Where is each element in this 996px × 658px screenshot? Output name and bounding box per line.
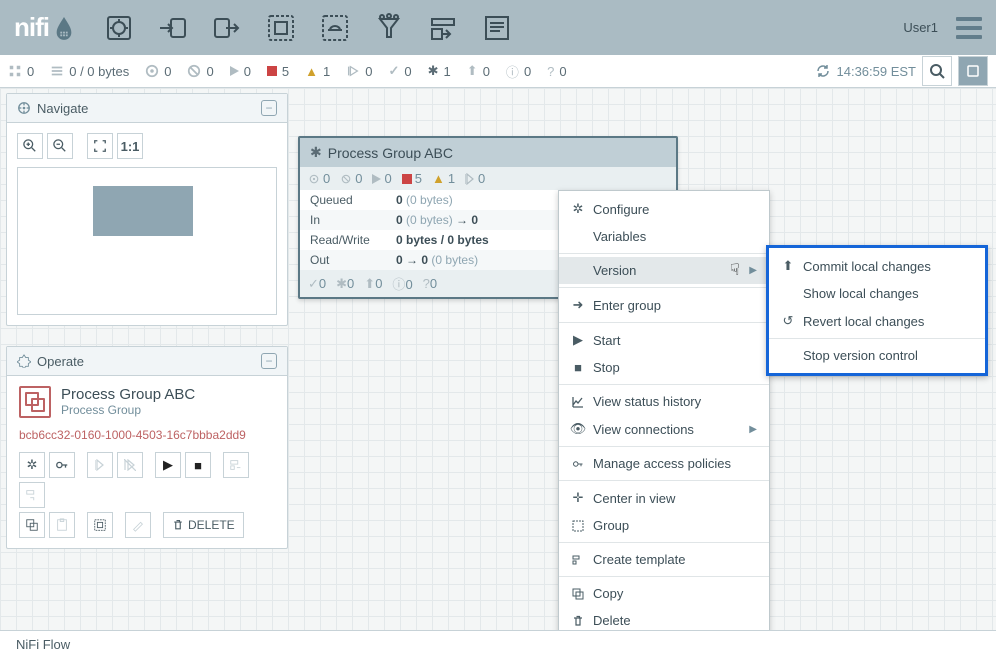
op-start-button[interactable]: ▶ xyxy=(155,452,181,478)
op-paste-button[interactable] xyxy=(49,512,75,538)
ctx-configure[interactable]: ✲Configure xyxy=(559,195,769,223)
status-bar: 0 0 / 0 bytes 0 0 0 5 ▲ 1 0 ✓ 0 ✱ 1 ⬆ 0 … xyxy=(0,55,996,88)
operate-type: Process Group xyxy=(61,403,195,417)
ctx-group[interactable]: Group xyxy=(559,512,769,539)
disabled-stat: 0 xyxy=(346,64,372,79)
submenu-show[interactable]: Show local changes xyxy=(769,280,985,307)
ctx-start[interactable]: ▶Start xyxy=(559,326,769,354)
stopped-stat: 5 xyxy=(267,64,289,79)
label-icon[interactable] xyxy=(481,12,513,44)
op-disable-button[interactable] xyxy=(117,452,143,478)
version-submenu: ⬆Commit local changes Show local changes… xyxy=(766,245,988,376)
sync-failure-stat: ⓘ 0 xyxy=(506,62,531,81)
bulletin-button[interactable] xyxy=(958,56,988,86)
pg-title-bar: ✱ Process Group ABC xyxy=(300,138,676,167)
zoom-out-button[interactable] xyxy=(47,133,73,159)
nifi-logo: nifi xyxy=(14,12,75,43)
process-group-type-icon xyxy=(19,386,51,418)
breadcrumb[interactable]: NiFi Flow xyxy=(0,630,996,658)
op-group-button[interactable] xyxy=(87,512,113,538)
birdseye-minimap[interactable] xyxy=(17,167,277,315)
invalid-stat: ▲ 1 xyxy=(305,64,330,79)
process-group-icon[interactable] xyxy=(265,12,297,44)
stale-stat: ⬆ 0 xyxy=(467,63,490,79)
up-to-date-stat: ✓ 0 xyxy=(389,63,412,79)
template-icon[interactable] xyxy=(427,12,459,44)
not-transmitting-stat: 0 xyxy=(187,64,213,79)
transmitting-stat: 0 xyxy=(145,64,171,79)
global-menu-button[interactable] xyxy=(956,17,982,39)
ctx-manage-access[interactable]: Manage access policies xyxy=(559,450,769,477)
active-threads-stat: 0 xyxy=(8,64,34,79)
breadcrumb-root[interactable]: NiFi Flow xyxy=(16,637,70,652)
running-stat: 0 xyxy=(230,64,251,79)
op-template-button[interactable] xyxy=(223,452,249,478)
pg-title: Process Group ABC xyxy=(328,145,453,161)
op-color-button[interactable] xyxy=(125,512,151,538)
op-stop-button[interactable]: ■ xyxy=(185,452,211,478)
component-palette xyxy=(103,12,513,44)
navigate-collapse-button[interactable]: − xyxy=(261,100,277,116)
ctx-view-status[interactable]: View status history xyxy=(559,388,769,415)
processor-icon[interactable] xyxy=(103,12,135,44)
remote-process-group-icon[interactable] xyxy=(319,12,351,44)
funnel-icon[interactable] xyxy=(373,12,405,44)
operate-name: Process Group ABC xyxy=(61,386,195,403)
minimap-object xyxy=(93,186,193,236)
output-port-icon[interactable] xyxy=(211,12,243,44)
ctx-view-connections[interactable]: 👁View connections▶ xyxy=(559,415,769,443)
operate-panel: Operate − Process Group ABC Process Grou… xyxy=(6,346,288,549)
op-enable-button[interactable] xyxy=(87,452,113,478)
username: User1 xyxy=(903,20,938,35)
zoom-in-button[interactable] xyxy=(17,133,43,159)
zoom-actual-button[interactable]: 1:1 xyxy=(117,133,143,159)
navigate-panel-header: Navigate − xyxy=(7,94,287,123)
op-access-button[interactable] xyxy=(49,452,75,478)
ctx-enter-group[interactable]: ➜Enter group xyxy=(559,291,769,319)
submenu-commit[interactable]: ⬆Commit local changes xyxy=(769,252,985,280)
operate-collapse-button[interactable]: − xyxy=(261,353,277,369)
top-toolbar: nifi User1 xyxy=(0,0,996,55)
op-copy-button[interactable] xyxy=(19,512,45,538)
water-drop-icon xyxy=(53,15,75,41)
operate-title: Operate xyxy=(37,354,84,369)
ctx-center[interactable]: ✛Center in view xyxy=(559,484,769,512)
operate-panel-header: Operate − xyxy=(7,347,287,376)
last-refresh-time: 14:36:59 EST xyxy=(837,64,917,79)
search-button[interactable] xyxy=(922,56,952,86)
operate-uuid: bcb6cc32-0160-1000-4503-16c7bbba2dd9 xyxy=(19,428,275,442)
submenu-revert[interactable]: ↺Revert local changes xyxy=(769,307,985,335)
ctx-create-template[interactable]: Create template xyxy=(559,546,769,573)
context-menu: ✲Configure Variables Version▶ ➜Enter gro… xyxy=(558,190,770,639)
op-upload-button[interactable] xyxy=(19,482,45,508)
flow-canvas[interactable]: Navigate − 1:1 Operate xyxy=(0,88,996,630)
input-port-icon[interactable] xyxy=(157,12,189,44)
ctx-copy[interactable]: Copy xyxy=(559,580,769,607)
navigate-title: Navigate xyxy=(37,101,88,116)
submenu-stop-vc[interactable]: Stop version control xyxy=(769,342,985,369)
pg-stats: 0 0 0 5 ▲1 0 xyxy=(300,167,676,190)
ctx-version[interactable]: Version▶ xyxy=(559,257,769,284)
refresh-icon[interactable] xyxy=(815,63,831,79)
ctx-stop[interactable]: ■Stop xyxy=(559,354,769,381)
zoom-fit-button[interactable] xyxy=(87,133,113,159)
unknown-stat: ? 0 xyxy=(547,64,566,79)
op-configure-button[interactable]: ✲ xyxy=(19,452,45,478)
op-delete-button[interactable]: DELETE xyxy=(163,512,244,538)
locally-modified-stat: ✱ 1 xyxy=(428,63,451,79)
navigate-panel: Navigate − 1:1 xyxy=(6,93,288,326)
queued-stat: 0 / 0 bytes xyxy=(50,64,129,79)
ctx-variables[interactable]: Variables xyxy=(559,223,769,250)
